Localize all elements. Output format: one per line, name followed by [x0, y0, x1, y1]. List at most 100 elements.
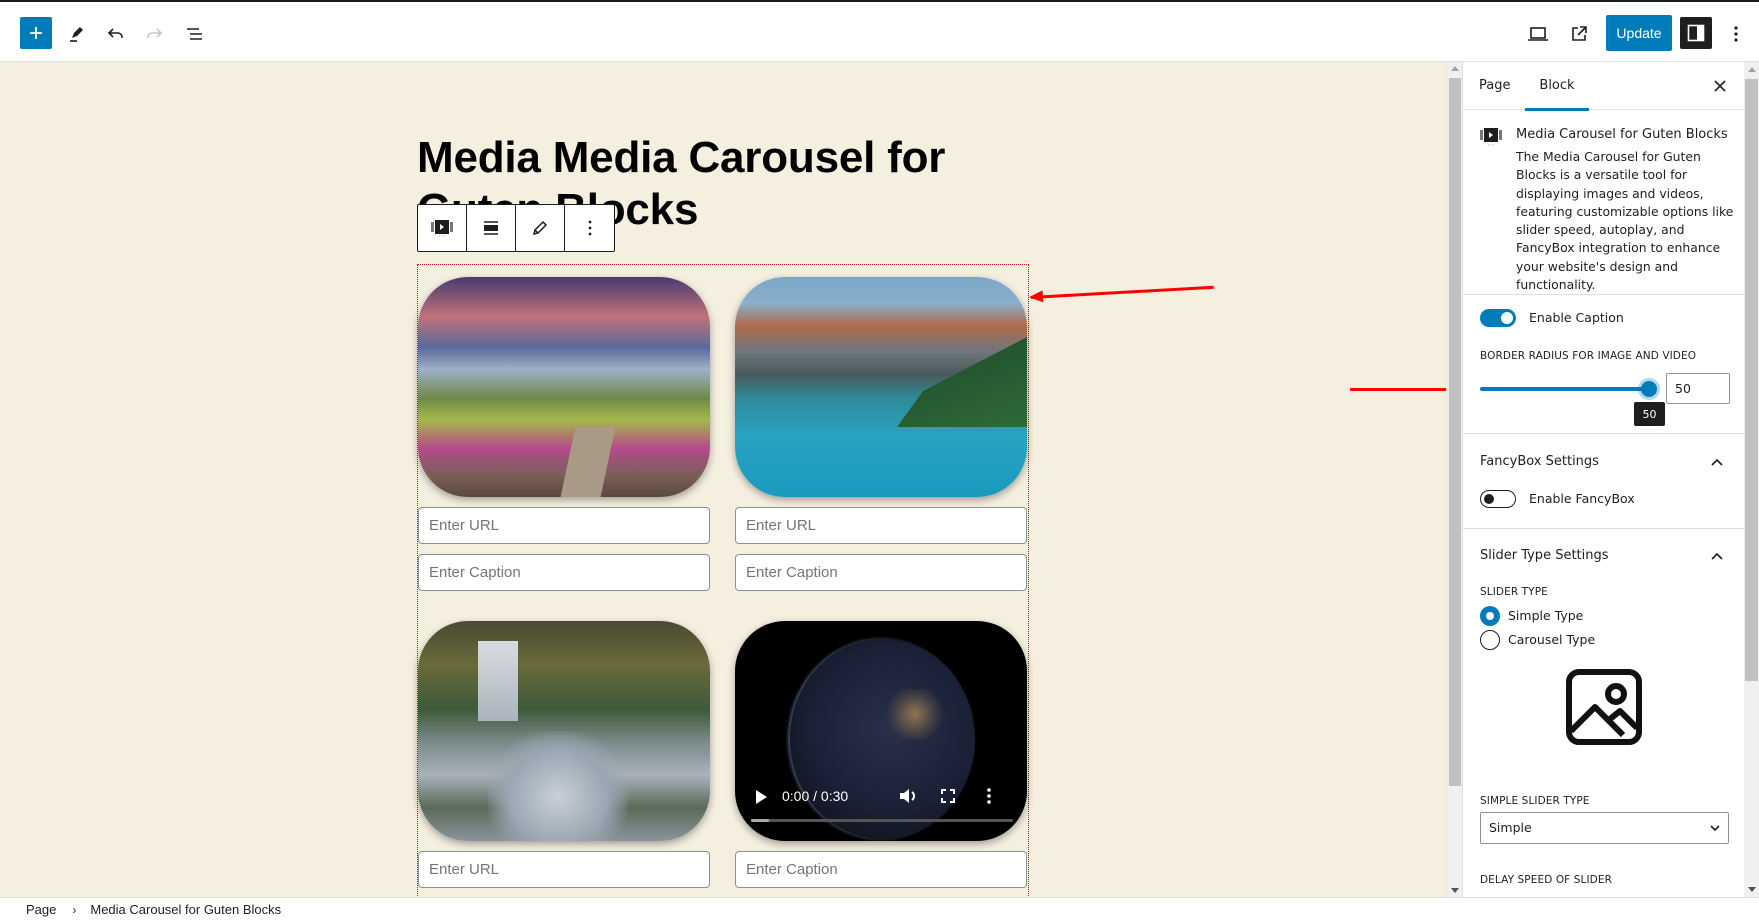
- external-link-icon: [1572, 26, 1587, 41]
- border-radius-label: Border Radius for Image and Video: [1480, 350, 1697, 362]
- carousel-image-meadow[interactable]: [418, 277, 710, 497]
- carousel-video[interactable]: 0:00 / 0:30: [735, 621, 1027, 841]
- more-vertical-icon: [588, 220, 591, 236]
- url-input[interactable]: [735, 507, 1027, 544]
- general-settings-panel: Enable Caption Border Radius for Image a…: [1463, 295, 1744, 434]
- radio-carousel-type[interactable]: [1480, 630, 1500, 650]
- scroll-down-arrow-icon[interactable]: [1748, 887, 1756, 892]
- chevron-up-icon[interactable]: [1711, 458, 1723, 466]
- undo-button[interactable]: [97, 16, 133, 52]
- close-icon: [1714, 80, 1726, 92]
- annotation-arrow: [1350, 388, 1446, 391]
- border-radius-input[interactable]: 50: [1666, 373, 1730, 404]
- block-options-button[interactable]: [565, 205, 614, 251]
- play-icon[interactable]: [755, 790, 767, 804]
- tab-page[interactable]: Page: [1479, 62, 1510, 110]
- tab-block[interactable]: Block: [1525, 62, 1589, 111]
- sidebar-scrollbar[interactable]: [1744, 62, 1759, 897]
- redo-icon: [147, 28, 163, 38]
- fancybox-settings-toggle[interactable]: FancyBox Settings: [1480, 454, 1599, 469]
- scrollbar-thumb[interactable]: [1745, 79, 1758, 681]
- document-overview-button[interactable]: [177, 16, 213, 52]
- slider-type-label: Slider Type: [1480, 586, 1548, 598]
- scrollbar-thumb[interactable]: [1449, 78, 1461, 786]
- video-time: 0:00 / 0:30: [782, 788, 849, 804]
- canvas-scrollbar[interactable]: [1446, 62, 1462, 897]
- block-card: Media Carousel for Guten Blocks The Medi…: [1463, 110, 1744, 295]
- simple-slider-type-value: Simple: [1489, 820, 1532, 835]
- block-toolbar: [417, 204, 615, 252]
- list-view-icon: [187, 28, 202, 40]
- chevron-up-icon[interactable]: [1711, 552, 1723, 560]
- video-progress-bar[interactable]: [751, 819, 1013, 822]
- update-button[interactable]: Update: [1606, 15, 1672, 51]
- preview-button[interactable]: [1520, 16, 1556, 52]
- enable-caption-toggle[interactable]: [1480, 309, 1516, 327]
- settings-button[interactable]: [1680, 17, 1712, 49]
- carousel-image-waterfall[interactable]: [418, 621, 710, 841]
- image-detail: [488, 731, 628, 841]
- border-radius-slider-thumb[interactable]: [1641, 381, 1657, 397]
- radio-simple-type[interactable]: [1480, 606, 1500, 626]
- carousel-image-lake[interactable]: [735, 277, 1027, 497]
- url-input[interactable]: [418, 507, 710, 544]
- border-radius-slider-track[interactable]: [1480, 387, 1648, 391]
- image-detail: [560, 427, 616, 497]
- slider-value-tooltip: 50: [1634, 402, 1665, 426]
- options-button[interactable]: [1718, 16, 1754, 52]
- slider-type-settings-toggle[interactable]: Slider Type Settings: [1480, 548, 1609, 563]
- annotation-arrow: [1030, 285, 1214, 299]
- breadcrumb-separator-icon: ›: [72, 902, 77, 917]
- breadcrumb: Page › Media Carousel for Guten Blocks: [0, 897, 1759, 921]
- radio-carousel-type-label[interactable]: Carousel Type: [1508, 632, 1595, 647]
- simple-slider-type-select[interactable]: Simple: [1480, 812, 1729, 844]
- block-card-description: The Media Carousel for Guten Blocks is a…: [1516, 149, 1734, 293]
- slider-type-settings-panel: Slider Type Settings Slider Type Simple …: [1463, 529, 1744, 897]
- radio-simple-type-label[interactable]: Simple Type: [1508, 608, 1583, 623]
- align-icon: [484, 221, 498, 235]
- scroll-down-arrow-icon[interactable]: [1451, 888, 1459, 893]
- scroll-up-arrow-icon[interactable]: [1748, 67, 1756, 72]
- volume-icon[interactable]: [899, 788, 917, 804]
- enable-fancybox-toggle[interactable]: [1480, 490, 1516, 508]
- image-icon: [1566, 669, 1642, 745]
- sidebar-tabs: Page Block: [1463, 62, 1744, 111]
- breadcrumb-page[interactable]: Page: [26, 902, 56, 917]
- caption-input[interactable]: [735, 851, 1027, 888]
- plus-icon: [30, 27, 42, 39]
- edit-pencil-icon: [532, 220, 548, 236]
- redo-button[interactable]: [137, 16, 173, 52]
- view-page-button[interactable]: [1561, 16, 1597, 52]
- image-detail: [897, 337, 1027, 427]
- scroll-up-arrow-icon[interactable]: [1451, 66, 1459, 71]
- delay-speed-label: Delay Speed of Slider: [1480, 874, 1612, 886]
- media-carousel-block-icon: [431, 220, 453, 237]
- editor-canvas: Media Media Carousel for Guten Blocks 0:…: [0, 62, 1446, 897]
- editor-header: Update: [0, 0, 1759, 62]
- fullscreen-icon[interactable]: [941, 789, 955, 803]
- add-block-button[interactable]: [20, 17, 52, 49]
- enable-caption-label: Enable Caption: [1529, 310, 1624, 325]
- close-sidebar-button[interactable]: [1710, 76, 1730, 96]
- caption-input[interactable]: [418, 554, 710, 591]
- block-card-title: Media Carousel for Guten Blocks: [1516, 127, 1728, 142]
- align-button[interactable]: [467, 205, 516, 251]
- image-detail: [478, 641, 518, 721]
- url-input[interactable]: [418, 851, 710, 888]
- settings-sidebar: Page Block Media Carousel for Guten Bloc…: [1462, 62, 1744, 897]
- block-type-button[interactable]: [418, 205, 467, 251]
- breadcrumb-block[interactable]: Media Carousel for Guten Blocks: [90, 902, 281, 917]
- pencil-icon: [70, 27, 83, 42]
- video-controls: 0:00 / 0:30: [735, 781, 1027, 811]
- caption-input[interactable]: [735, 554, 1027, 591]
- enable-fancybox-label: Enable FancyBox: [1529, 491, 1635, 506]
- chevron-down-icon: [1710, 825, 1720, 832]
- more-vertical-icon: [1734, 26, 1738, 42]
- fancybox-settings-panel: FancyBox Settings Enable FancyBox: [1463, 434, 1744, 529]
- laptop-icon: [1528, 27, 1548, 41]
- image-detail: [885, 689, 945, 739]
- media-carousel-block-icon: [1480, 128, 1502, 146]
- tools-button[interactable]: [58, 16, 94, 52]
- edit-button[interactable]: [516, 205, 565, 251]
- more-vertical-icon[interactable]: [986, 787, 992, 805]
